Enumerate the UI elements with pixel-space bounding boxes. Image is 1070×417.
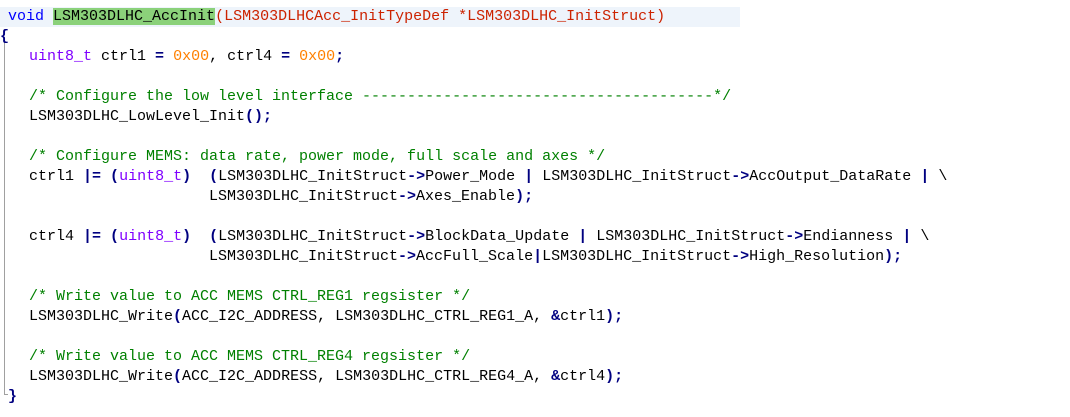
number-literal: 0x00 <box>173 48 210 65</box>
paren-semicolon: ); <box>515 188 534 205</box>
equals-op: = <box>281 48 291 65</box>
arrow-op: -> <box>785 228 804 245</box>
code-line-declaration[interactable]: uint8_t ctrl1 = 0x00, ctrl4 = 0x00; <box>0 47 344 67</box>
field: Axes_Enable <box>416 188 516 205</box>
identifier: LSM303DLHC_InitStruct <box>209 248 399 265</box>
paren: ( <box>173 308 183 325</box>
paren-semicolon: ); <box>884 248 903 265</box>
arrow-op: -> <box>731 248 750 265</box>
or-op: | <box>920 168 930 185</box>
or-assign-op: |= <box>83 228 102 245</box>
function-call: LSM303DLHC_Write <box>29 368 174 385</box>
code-line-open-brace[interactable]: { <box>0 27 9 47</box>
paren-semicolon: ); <box>605 308 624 325</box>
paren: ( <box>209 168 219 185</box>
or-op: | <box>524 168 534 185</box>
identifier: LSM303DLHC_InitStruct <box>218 168 408 185</box>
arguments: ACC_I2C_ADDRESS, LSM303DLHC_CTRL_REG4_A, <box>182 368 552 385</box>
open-brace: { <box>0 28 10 45</box>
address-of-op: & <box>551 368 561 385</box>
paren: ( <box>110 168 120 185</box>
field: Power_Mode <box>425 168 525 185</box>
paren: ) <box>182 168 192 185</box>
var-ctrl4: ctrl4 <box>29 228 84 245</box>
paren: ( <box>173 368 183 385</box>
code-line-comment[interactable]: /* Configure MEMS: data rate, power mode… <box>0 147 605 167</box>
selected-function-name[interactable]: LSM303DLHC_AccInit <box>53 8 216 25</box>
keyword-void: void <box>8 8 45 25</box>
decl-ctrl4: , ctrl4 <box>209 48 282 65</box>
line-continuation: \ <box>929 168 948 185</box>
or-assign-op: |= <box>83 168 102 185</box>
address-of-op: & <box>551 308 561 325</box>
paren: ) <box>182 228 192 245</box>
comment-reg1: /* Write value to ACC MEMS CTRL_REG1 reg… <box>29 288 471 305</box>
or-op: | <box>902 228 912 245</box>
type-uint8: uint8_t <box>29 48 93 65</box>
arrow-op: -> <box>398 188 417 205</box>
code-line-ctrl1[interactable]: ctrl1 |= (uint8_t) (LSM303DLHC_InitStruc… <box>0 167 947 187</box>
code-line-close-brace[interactable]: } <box>8 387 17 407</box>
or-op: | <box>533 248 543 265</box>
arrow-op: -> <box>731 168 750 185</box>
line-continuation: \ <box>911 228 930 245</box>
cast-type: uint8_t <box>119 168 183 185</box>
code-line-signature[interactable]: void LSM303DLHC_AccInit(LSM303DLHCAcc_In… <box>0 7 740 27</box>
code-line-write-reg4[interactable]: LSM303DLHC_Write(ACC_I2C_ADDRESS, LSM303… <box>0 367 623 387</box>
code-line-comment[interactable]: /* Write value to ACC MEMS CTRL_REG1 reg… <box>0 287 470 307</box>
field: High_Resolution <box>749 248 885 265</box>
var-ctrl1: ctrl1 <box>29 168 84 185</box>
parens: (); <box>245 108 273 125</box>
function-call: LSM303DLHC_Write <box>29 308 174 325</box>
identifier: LSM303DLHC_InitStruct <box>587 228 786 245</box>
comment-reg4: /* Write value to ACC MEMS CTRL_REG4 reg… <box>29 348 471 365</box>
code-line-ctrl1-cont[interactable]: LSM303DLHC_InitStruct->Axes_Enable); <box>209 187 533 207</box>
code-line-write-reg1[interactable]: LSM303DLHC_Write(ACC_I2C_ADDRESS, LSM303… <box>0 307 623 327</box>
param-name: *LSM303DLHC_InitStruct <box>449 8 657 25</box>
number-literal: 0x00 <box>299 48 336 65</box>
identifier: LSM303DLHC_InitStruct <box>533 168 732 185</box>
close-brace: } <box>8 388 18 405</box>
paren: ( <box>110 228 120 245</box>
semicolon: ; <box>335 48 345 65</box>
or-op: | <box>578 228 588 245</box>
identifier: LSM303DLHC_InitStruct <box>209 188 399 205</box>
paren-close: ) <box>656 8 666 25</box>
paren: ( <box>209 228 219 245</box>
code-line-comment[interactable]: /* Write value to ACC MEMS CTRL_REG4 reg… <box>0 347 470 367</box>
var-ctrl1: ctrl1 <box>560 308 606 325</box>
comment-mems: /* Configure MEMS: data rate, power mode… <box>29 148 606 165</box>
code-editor[interactable]: void LSM303DLHC_AccInit(LSM303DLHCAcc_In… <box>0 0 1070 417</box>
cast-type: uint8_t <box>119 228 183 245</box>
field: Endianness <box>803 228 903 245</box>
decl-ctrl1: ctrl1 <box>92 48 156 65</box>
code-line-comment[interactable]: /* Configure the low level interface ---… <box>0 87 731 107</box>
param-type: LSM303DLHCAcc_InitTypeDef <box>224 8 450 25</box>
arrow-op: -> <box>407 228 426 245</box>
equals-op: = <box>155 48 165 65</box>
paren-semicolon: ); <box>605 368 624 385</box>
function-call: LSM303DLHC_LowLevel_Init <box>29 108 246 125</box>
field: AccOutput_DataRate <box>749 168 921 185</box>
code-line-lowlevel-call[interactable]: LSM303DLHC_LowLevel_Init(); <box>0 107 272 127</box>
paren-open: ( <box>215 8 225 25</box>
identifier: LSM303DLHC_InitStruct <box>542 248 732 265</box>
arguments: ACC_I2C_ADDRESS, LSM303DLHC_CTRL_REG1_A, <box>182 308 552 325</box>
field: AccFull_Scale <box>416 248 534 265</box>
var-ctrl4: ctrl4 <box>560 368 606 385</box>
identifier: LSM303DLHC_InitStruct <box>218 228 408 245</box>
arrow-op: -> <box>407 168 426 185</box>
arrow-op: -> <box>398 248 417 265</box>
code-line-ctrl4[interactable]: ctrl4 |= (uint8_t) (LSM303DLHC_InitStruc… <box>0 227 929 247</box>
code-line-ctrl4-cont[interactable]: LSM303DLHC_InitStruct->AccFull_Scale|LSM… <box>209 247 902 267</box>
field: BlockData_Update <box>425 228 579 245</box>
comment-lowlevel: /* Configure the low level interface ---… <box>29 88 732 105</box>
